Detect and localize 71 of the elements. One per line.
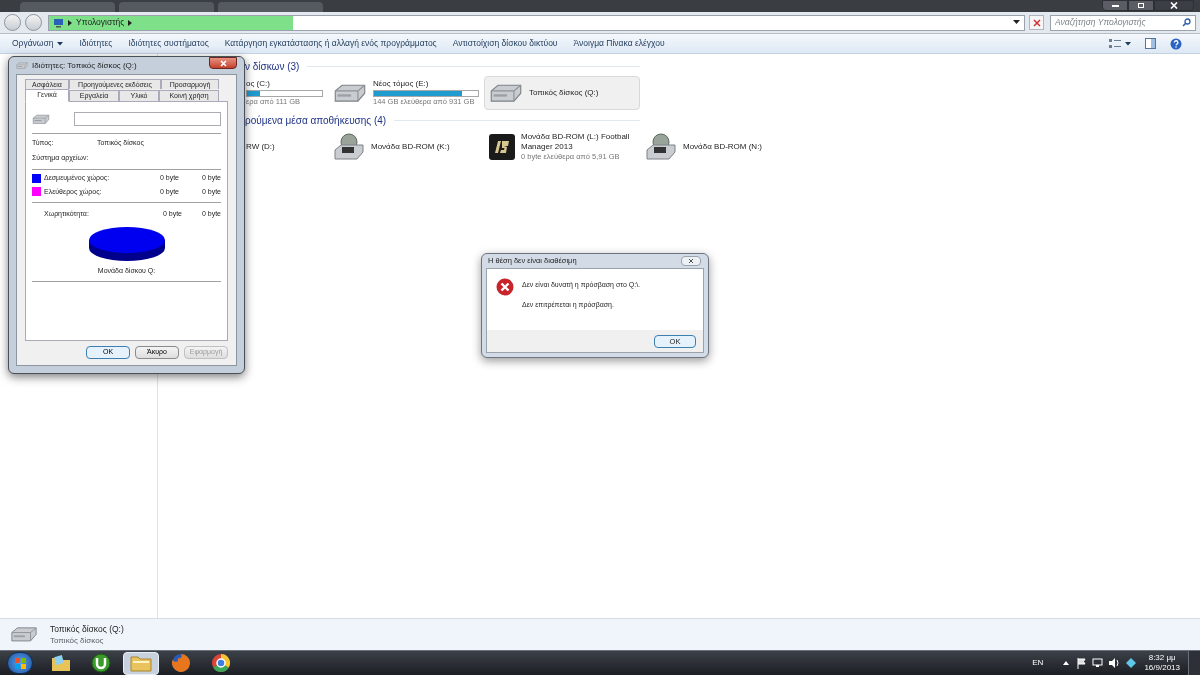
clock-date[interactable]: 16/9/2013 [1144,663,1180,673]
group-header[interactable]: ρούμενα μέσα αποθήκευσης (4) [245,112,387,128]
toolbar-button[interactable]: Κατάργηση εγκατάστασης ή αλλαγή ενός προγράμματος [216,37,445,50]
close-button[interactable] [1154,0,1194,11]
breadcrumb[interactable]: Υπολογιστής [76,16,125,29]
group-header[interactable]: ν δίσκων (3) [245,58,300,74]
close-button[interactable] [209,57,237,69]
drive-tile[interactable]: Μονάδα BD-ROM (K:) [328,130,484,164]
close-icon [1032,18,1041,27]
taskbar-app[interactable] [123,651,159,675]
hard-drive-icon [10,626,38,643]
breadcrumb-arrow-icon[interactable] [128,19,133,26]
address-field[interactable]: Υπολογιστής [48,14,1025,31]
hard-drive-icon [16,61,28,70]
preview-pane-icon[interactable] [1145,38,1156,49]
hard-drive-icon [32,113,50,125]
drive-name: Μονάδα BD-ROM (N:) [683,142,764,152]
drive-tile-selected[interactable]: Τοπικός δίσκος (Q:) [484,76,640,110]
torrent-icon [91,653,111,673]
windows-logo-icon [14,657,26,669]
minimize-button[interactable] [1102,0,1128,11]
stop-button[interactable] [1029,15,1044,30]
drive-name: Μονάδα BD-ROM (L:) Football Manager 2013 [521,132,631,152]
toolbar-button[interactable]: Αντιστοίχιση δίσκου δικτύου [444,37,566,50]
window-title: Ιδιότητες: Τοπικός δίσκος (Q:) [32,59,137,72]
search-icon [1182,18,1191,27]
breadcrumb-arrow-icon[interactable] [68,19,72,26]
start-button[interactable] [7,652,33,674]
flag-icon[interactable] [1077,657,1087,669]
computer-icon [53,17,64,28]
drive-name: Μονάδα BD-ROM (K:) [371,142,451,152]
clock-time[interactable]: 8:32 μμ [1148,653,1176,663]
show-desktop-button[interactable] [1188,651,1200,675]
drive-name: Νέος τόμος (E:) [373,79,430,89]
toolbar-button[interactable]: Ιδιότητες συστήματος [120,37,217,50]
volume-name-field[interactable] [74,112,221,126]
close-button[interactable] [681,256,701,266]
close-icon [1170,2,1178,9]
caret-icon [57,41,64,46]
dropdown-icon[interactable] [1013,20,1020,25]
error-icon [496,278,514,296]
toolbar-button[interactable]: Άνοιγμα Πίνακα ελέγχου [565,37,673,50]
firefox-icon [171,653,191,673]
disc-drive-icon [645,133,677,161]
toolbar-button[interactable]: Ιδιότητες [71,37,121,50]
folder-icon [130,654,152,672]
speaker-icon[interactable] [1109,658,1121,668]
disc-drive-icon [333,133,365,161]
hard-drive-icon [489,82,523,104]
language-indicator[interactable]: EN [1032,657,1044,669]
help-icon[interactable] [1170,37,1182,50]
hard-drive-icon [333,82,367,104]
tray-app-icon[interactable] [1126,658,1137,668]
chevron-up-icon[interactable] [1063,661,1070,665]
toolbar-button[interactable]: Οργάνωση [4,37,72,50]
caret-icon[interactable] [1125,41,1131,46]
drive-name: ος (C:) [246,79,271,89]
details-type: Τοπικός δίσκος [50,634,105,646]
restore-button[interactable] [1128,0,1154,11]
close-icon [219,59,227,67]
chrome-icon [211,653,231,673]
details-name: Τοπικός δίσκος (Q:) [50,623,124,635]
view-options-icon[interactable] [1109,38,1121,49]
drive-name: RW (D:) [246,142,276,152]
drive-name: Τοπικός δίσκος (Q:) [529,88,600,98]
search-field[interactable]: Αναζήτηση Υπολογιστής [1050,14,1196,31]
network-icon[interactable] [1092,658,1104,668]
drive-tile[interactable]: Μονάδα BD-ROM (N:) [640,130,796,164]
drive-tile[interactable]: RW (D:) [245,130,328,164]
folder-icon [51,654,71,672]
close-icon [688,258,694,264]
